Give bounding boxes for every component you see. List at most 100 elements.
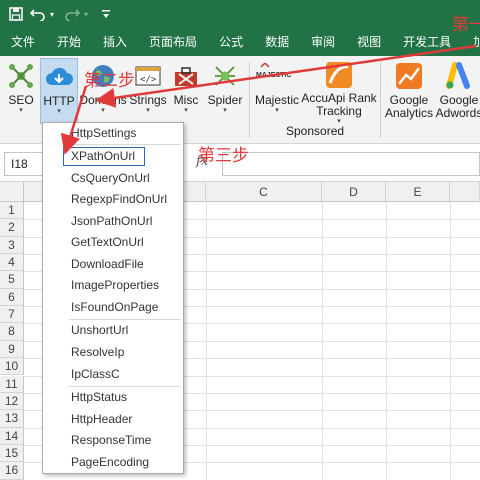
menu-item-isfoundonpage[interactable]: IsFoundOnPage	[43, 297, 183, 318]
row-header[interactable]: 7	[0, 306, 24, 324]
menu-item-jsonpathonurl[interactable]: JsonPathOnUrl	[43, 211, 183, 232]
http-cloud-icon	[44, 62, 74, 92]
chevron-down-icon: ▾	[275, 107, 279, 114]
misc-button[interactable]: Misc ▾	[170, 58, 202, 124]
customize-icon[interactable]	[96, 3, 116, 25]
row-header[interactable]: 6	[0, 288, 24, 307]
chevron-down-icon: ▾	[146, 107, 150, 114]
row-header[interactable]: 8	[0, 323, 24, 341]
majestic-logo-text: MAJESTIC	[256, 72, 291, 79]
google-analytics-icon	[394, 61, 424, 91]
menu-item-httpheader[interactable]: HttpHeader	[43, 409, 183, 430]
chevron-down-icon: ▾	[101, 107, 105, 114]
majestic-button[interactable]: MAJESTIC Majestic ▾	[252, 58, 302, 124]
grid-line	[206, 202, 207, 480]
toolbox-icon	[171, 61, 201, 91]
column-header-c[interactable]: C	[206, 182, 322, 202]
menu-item-resolveip[interactable]: ResolveIp	[43, 342, 183, 363]
accuapi-label-line2: Tracking	[316, 104, 362, 118]
column-header-b[interactable]	[184, 182, 206, 202]
menu-item-xpathonurl[interactable]: XPathOnUrl	[43, 146, 183, 167]
seo-icon	[6, 61, 36, 91]
row-header[interactable]: 11	[0, 375, 24, 393]
accuapi-button[interactable]: AccuApi Rank Tracking ▾	[301, 58, 377, 125]
google-analytics-label: Google Analytics	[385, 94, 433, 120]
svg-text:</>: </>	[140, 75, 157, 85]
spider-button[interactable]: Spider ▾	[204, 58, 246, 124]
seo-label: SEO	[8, 93, 34, 107]
menu-item-responsetime[interactable]: ResponseTime	[43, 430, 183, 451]
row-header[interactable]: 3	[0, 236, 24, 255]
formula-input[interactable]	[222, 152, 480, 176]
menu-item-gettextonurl[interactable]: GetTextOnUrl	[43, 232, 183, 253]
menu-item-pageencoding[interactable]: PageEncoding	[43, 452, 183, 473]
chevron-down-icon: ▾	[223, 107, 227, 114]
google-adwords-label: Google Adwords	[436, 94, 480, 120]
row-header[interactable]: 10	[0, 358, 24, 376]
row-header[interactable]: 2	[0, 219, 24, 237]
quick-access-toolbar: ▾ ▾	[0, 0, 480, 28]
tab-page-layout[interactable]: 页面布局	[138, 28, 208, 56]
menu-item-imageproperties[interactable]: ImageProperties	[43, 275, 183, 296]
row-header[interactable]: 14	[0, 427, 24, 445]
http-button[interactable]: HTTP ▾	[40, 58, 78, 124]
row-header[interactable]: 12	[0, 392, 24, 411]
chevron-down-icon: ▾	[57, 108, 61, 115]
select-all-corner[interactable]	[0, 182, 24, 202]
tab-home[interactable]: 开始	[46, 28, 92, 56]
row-header[interactable]: 16	[0, 462, 24, 480]
menu-item-downloadfile[interactable]: DownloadFile	[43, 254, 183, 275]
menu-item-unshorturl[interactable]: UnshortUrl	[43, 320, 183, 341]
column-header-d[interactable]: D	[322, 182, 386, 202]
highlight-box	[63, 147, 145, 166]
chevron-down-icon: ▾	[184, 107, 188, 114]
row-header[interactable]: 1	[0, 202, 24, 220]
row-header[interactable]: 9	[0, 340, 24, 359]
redo-dropdown-icon: ▾	[84, 9, 89, 19]
row-header[interactable]: 15	[0, 444, 24, 463]
google-adwords-button[interactable]: Google Adwords	[434, 58, 480, 124]
row-header[interactable]: 5	[0, 271, 24, 289]
sponsored-group-label: Sponsored	[286, 124, 345, 138]
tab-formulas[interactable]: 公式	[208, 28, 254, 56]
step1-annotation: 第一	[452, 15, 480, 35]
menu-item-csqueryonurl[interactable]: CsQueryOnUrl	[43, 168, 183, 189]
row-header[interactable]: 13	[0, 410, 24, 428]
menu-separator	[69, 144, 181, 145]
seo-button[interactable]: SEO ▾	[4, 58, 38, 124]
spider-icon	[210, 61, 240, 91]
redo-icon	[62, 3, 82, 25]
chevron-down-icon: ▾	[19, 107, 23, 114]
menu-item-regexpfindonurl[interactable]: RegexpFindOnUrl	[43, 189, 183, 210]
google-analytics-label-line2: Analytics	[384, 106, 434, 120]
tab-review[interactable]: 审阅	[300, 28, 346, 56]
menu-item-httpsettings[interactable]: HttpSettings	[43, 123, 183, 144]
tab-insert[interactable]: 插入	[92, 28, 138, 56]
group-separator	[380, 62, 381, 138]
majestic-label: Majestic	[254, 93, 299, 107]
tab-file[interactable]: 文件	[0, 28, 46, 56]
google-adwords-label-line1: Google	[439, 93, 479, 107]
menu-item-httpstatus[interactable]: HttpStatus	[43, 387, 183, 408]
save-icon[interactable]	[6, 3, 26, 25]
code-icon: </>	[133, 61, 163, 91]
step3-annotation: 第三步	[198, 146, 249, 166]
menu-item-ipclassc[interactable]: IpClassC	[43, 364, 183, 385]
accuapi-label-line1: AccuApi Rank	[301, 91, 377, 105]
row-header[interactable]: 4	[0, 254, 24, 272]
undo-icon[interactable]	[28, 3, 48, 25]
tab-data[interactable]: 数据	[254, 28, 300, 56]
google-analytics-button[interactable]: Google Analytics	[384, 58, 434, 124]
majestic-icon: MAJESTIC	[255, 61, 299, 91]
column-header-f[interactable]	[450, 182, 480, 202]
http-label: HTTP	[43, 94, 75, 108]
http-dropdown-menu: HttpSettings XPathOnUrl CsQueryOnUrl Reg…	[42, 122, 184, 474]
column-header-e[interactable]: E	[386, 182, 450, 202]
undo-dropdown-icon[interactable]: ▾	[50, 10, 60, 19]
grid-line	[322, 202, 323, 480]
google-analytics-label-line1: Google	[389, 93, 429, 107]
spider-label: Spider	[207, 93, 243, 107]
tab-view[interactable]: 视图	[346, 28, 392, 56]
grid-line	[386, 202, 387, 480]
google-adwords-icon	[444, 61, 474, 91]
